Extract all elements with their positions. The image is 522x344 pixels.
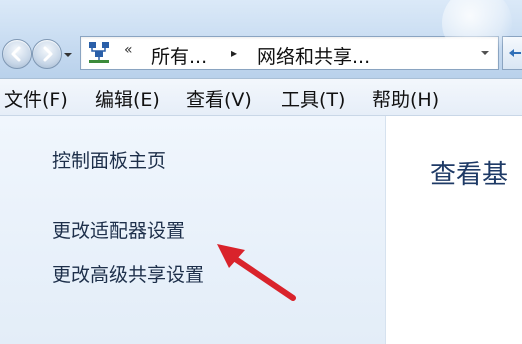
menu-edit[interactable]: 编辑(E) — [95, 85, 160, 112]
menu-view[interactable]: 查看(V) — [186, 85, 252, 112]
address-dropdown-icon[interactable] — [480, 49, 490, 57]
control-panel-home-link[interactable]: 控制面板主页 — [52, 146, 166, 173]
change-adapter-settings-link[interactable]: 更改适配器设置 — [52, 216, 185, 243]
back-button[interactable] — [2, 39, 32, 69]
title-bar: « 所有... ▸ 网络和共享... — [0, 0, 522, 79]
breadcrumb-all-control-panel[interactable]: 所有... — [151, 42, 207, 69]
forward-arrow-icon — [43, 46, 53, 62]
network-icon — [89, 42, 109, 63]
breadcrumb-network-sharing[interactable]: 网络和共享... — [257, 42, 370, 69]
recent-pages-dropdown-icon[interactable] — [63, 51, 73, 59]
menu-bar: 文件(F) 编辑(E) 查看(V) 工具(T) 帮助(H) — [0, 79, 522, 116]
menu-file[interactable]: 文件(F) — [4, 85, 68, 112]
explorer-window: « 所有... ▸ 网络和共享... 文件(F) 编辑(E) 查看(V) 工具(… — [0, 0, 522, 344]
back-arrow-icon — [11, 46, 21, 62]
forward-button[interactable] — [32, 39, 62, 69]
change-advanced-sharing-link[interactable]: 更改高级共享设置 — [52, 260, 204, 287]
annotation-arrow-icon — [217, 244, 296, 301]
menu-tools[interactable]: 工具(T) — [281, 85, 345, 112]
task-pane: 控制面板主页 更改适配器设置 更改高级共享设置 — [0, 116, 386, 344]
address-bar[interactable]: « 所有... ▸ 网络和共享... — [80, 36, 499, 70]
refresh-button[interactable] — [502, 36, 522, 70]
content-pane: 查看基 — [386, 116, 522, 344]
breadcrumb-separator-icon[interactable]: ▸ — [231, 46, 237, 60]
refresh-icon — [509, 49, 521, 57]
menu-help[interactable]: 帮助(H) — [372, 85, 439, 112]
page-title: 查看基 — [430, 160, 509, 190]
address-overflow-chevron[interactable]: « — [124, 42, 133, 58]
